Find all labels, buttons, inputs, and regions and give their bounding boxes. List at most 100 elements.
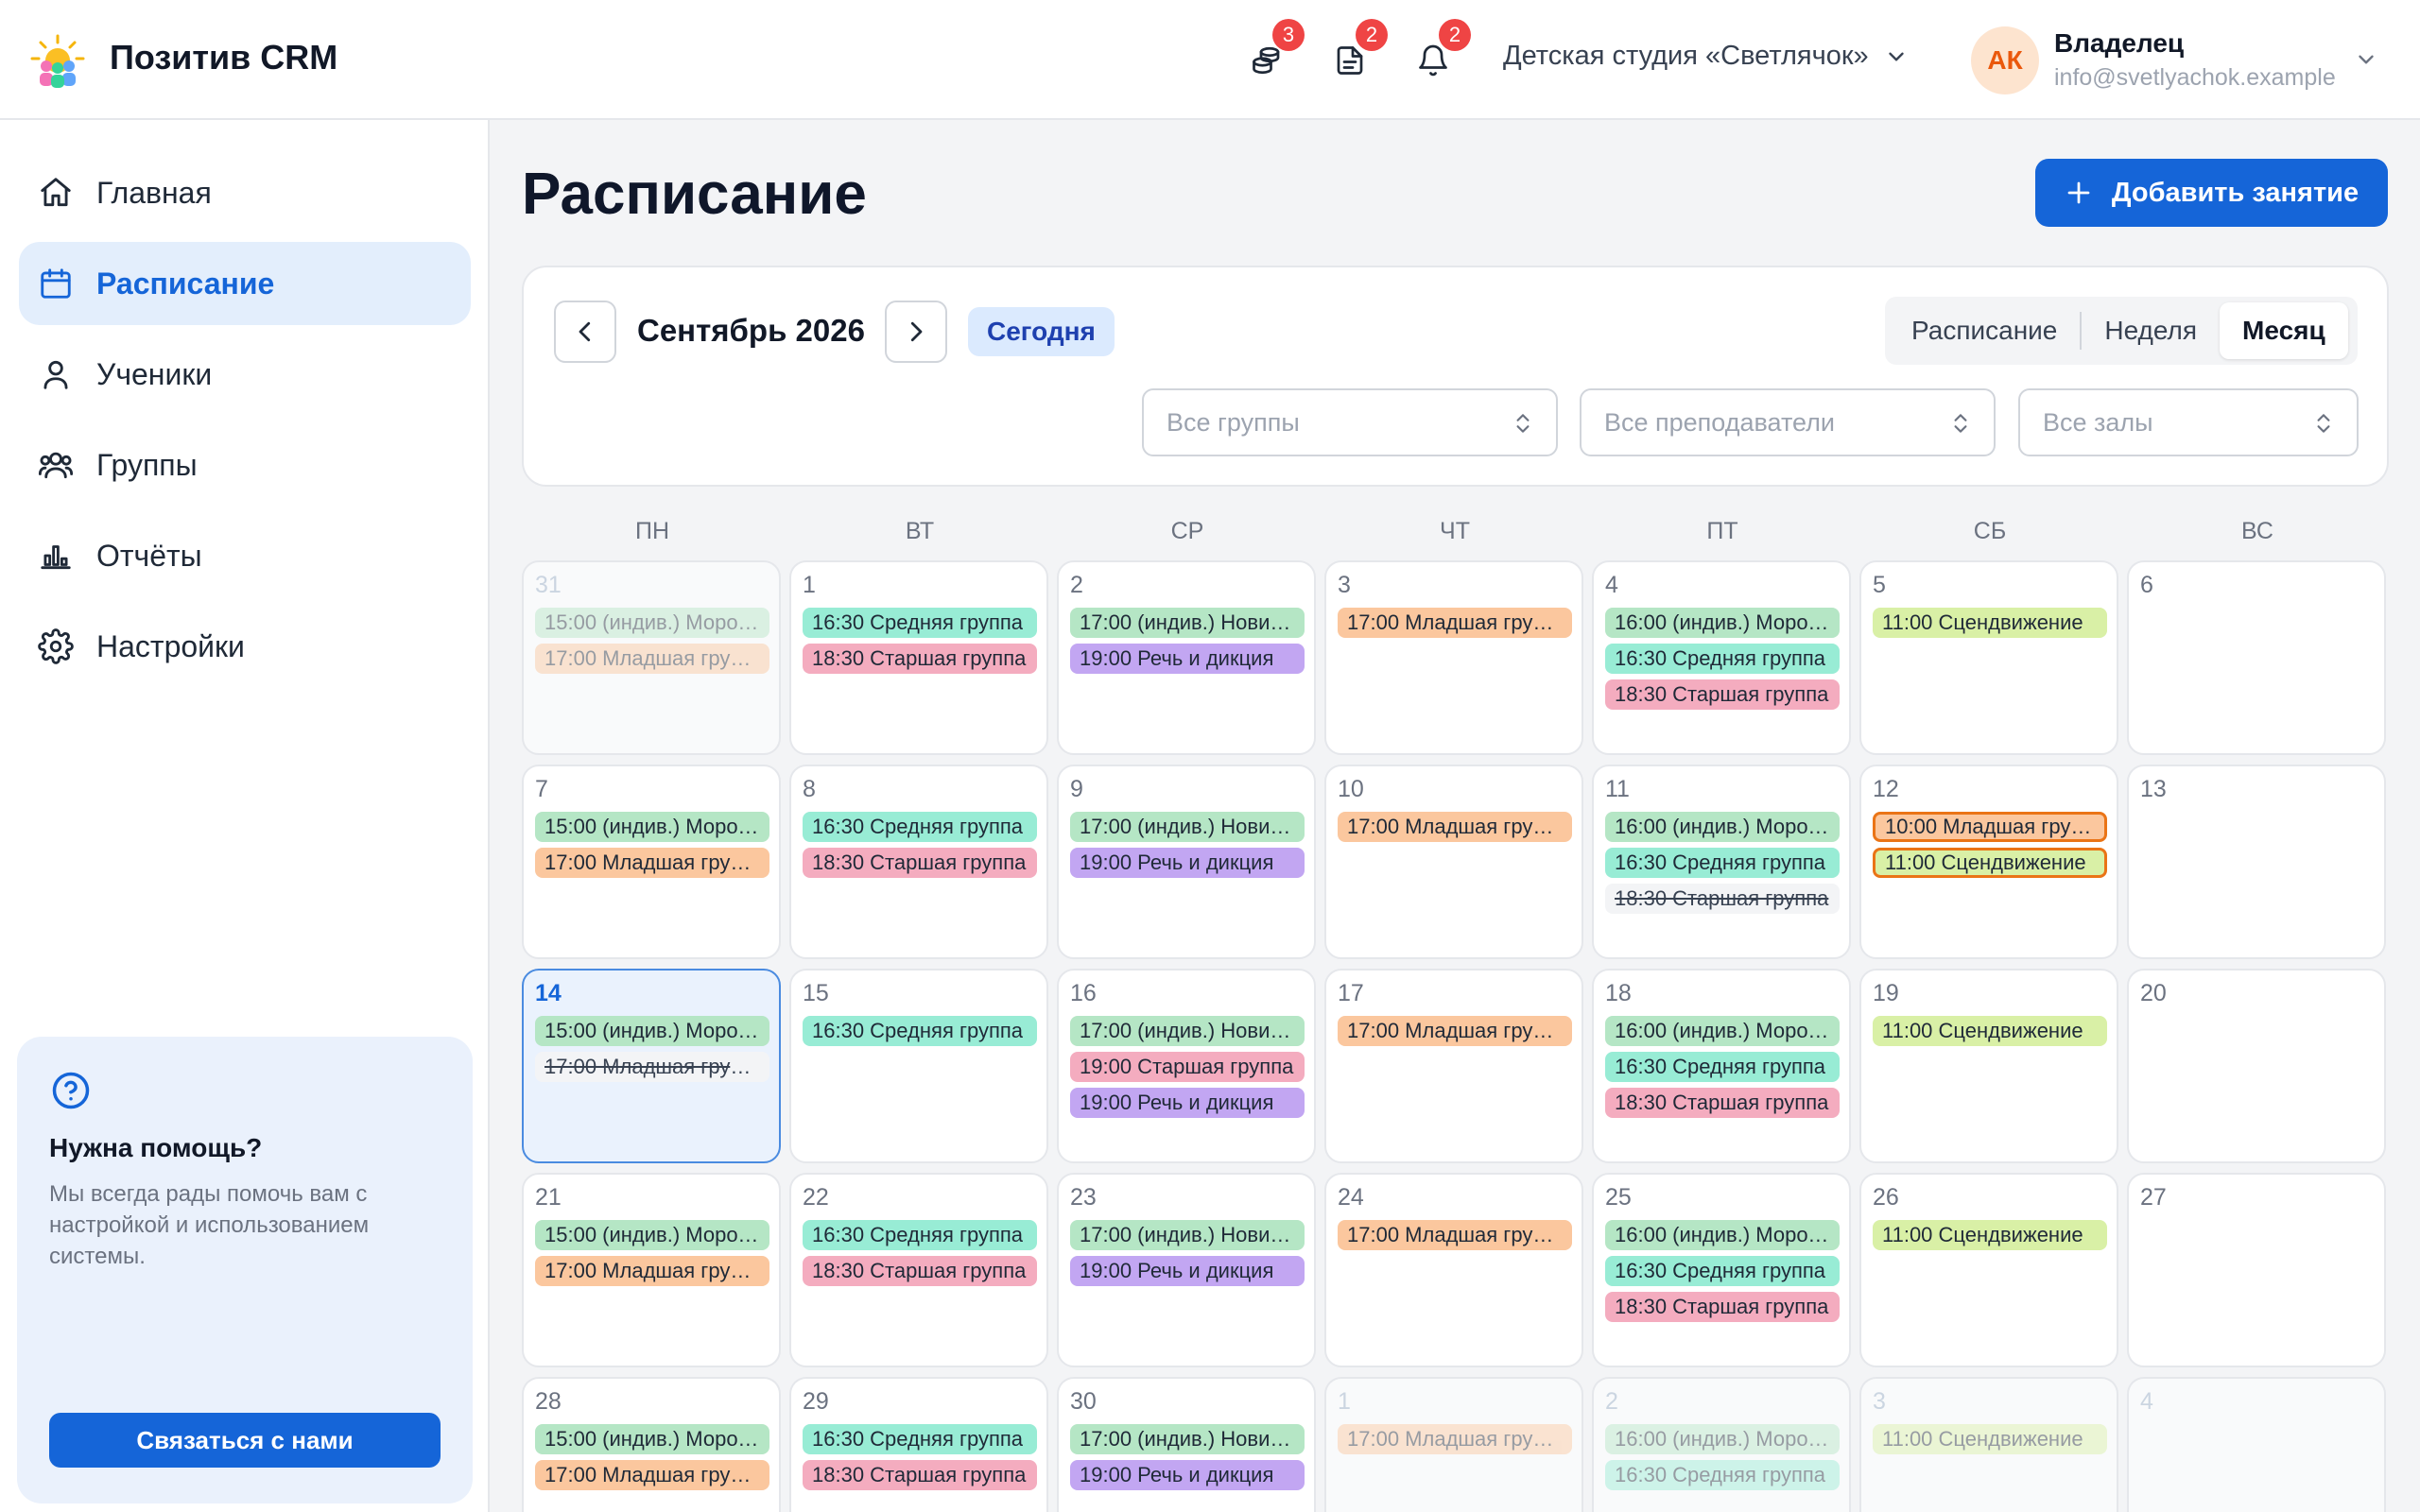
calendar-event[interactable]: 16:00 (индив.) Морозова Алиса	[1605, 1220, 1840, 1250]
calendar-event[interactable]: 17:00 Младшая группа	[1338, 1424, 1572, 1454]
calendar-event[interactable]: 17:00 (индив.) Новикова Мария	[1070, 608, 1305, 638]
calendar-event[interactable]: 18:30 Старшая группа	[803, 1256, 1037, 1286]
calendar-event[interactable]: 18:30 Старшая группа	[1605, 1088, 1840, 1118]
calendar-event[interactable]: 19:00 Речь и дикция	[1070, 1460, 1305, 1490]
sidebar-item-students[interactable]: Ученики	[19, 333, 471, 416]
calendar-event[interactable]: 17:00 Младшая группа	[535, 1256, 769, 1286]
calendar-day[interactable]: 22 16:30 Средняя группа 18:30 Старшая груп…	[789, 1173, 1048, 1367]
calendar-day[interactable]: 18 16:00 (индив.) Морозова Алиса 16:30 Сре…	[1592, 969, 1851, 1163]
calendar-day[interactable]: 28 15:00 (индив.) Морозова Алиса 17:00 Мла…	[522, 1377, 781, 1512]
calendar-event[interactable]: 17:00 Младшая группа	[1338, 608, 1572, 638]
calendar-event[interactable]: 17:00 Младшая группа	[535, 644, 769, 674]
calendar-day[interactable]: 16 17:00 (индив.) Новикова Мария 19:00 Ста…	[1057, 969, 1316, 1163]
today-button[interactable]: Сегодня	[968, 307, 1115, 356]
calendar-day[interactable]: 4	[2127, 1377, 2386, 1512]
calendar-event[interactable]: 17:00 (индив.) Новикова Мария	[1070, 1424, 1305, 1454]
groups-filter[interactable]: Все группы	[1142, 388, 1558, 456]
calendar-event[interactable]: 16:30 Средняя группа	[803, 1016, 1037, 1046]
calendar-day[interactable]: 23 17:00 (индив.) Новикова Мария 19:00 Реч…	[1057, 1173, 1316, 1367]
calendar-day[interactable]: 8 16:30 Средняя группа 18:30 Старшая групп…	[789, 765, 1048, 959]
calendar-day[interactable]: 2 16:00 (индив.) Морозова Алиса 16:30 Сред…	[1592, 1377, 1851, 1512]
calendar-event[interactable]: 11:00 Сцендвижение	[1873, 1424, 2107, 1454]
calendar-day[interactable]: 3 11:00 Сцендвижение	[1859, 1377, 2118, 1512]
calendar-event[interactable]: 16:30 Средняя группа	[1605, 644, 1840, 674]
sidebar-item-groups[interactable]: Группы	[19, 423, 471, 507]
teachers-filter[interactable]: Все преподаватели	[1580, 388, 1996, 456]
calendar-day[interactable]: 1 16:30 Средняя группа 18:30 Старшая групп…	[789, 560, 1048, 755]
calendar-event[interactable]: 16:30 Средняя группа	[1605, 848, 1840, 878]
calendar-event[interactable]: 19:00 Речь и дикция	[1070, 1256, 1305, 1286]
tab-month[interactable]: Месяц	[2220, 302, 2348, 359]
calendar-event[interactable]: 11:00 Сцендвижение	[1873, 848, 2107, 878]
calendar-event[interactable]: 17:00 (индив.) Новикова Мария	[1070, 1220, 1305, 1250]
calendar-event[interactable]: 10:00 Младшая группа	[1873, 812, 2107, 842]
calendar-event[interactable]: 19:00 Речь и дикция	[1070, 1088, 1305, 1118]
bell-icon[interactable]: 2	[1410, 19, 1471, 83]
calendar-day[interactable]: 26 11:00 Сцендвижение	[1859, 1173, 2118, 1367]
calendar-event[interactable]: 17:00 Младшая группа	[1338, 1016, 1572, 1046]
calendar-event[interactable]: 11:00 Сцендвижение	[1873, 608, 2107, 638]
calendar-day[interactable]: 5 11:00 Сцендвижение	[1859, 560, 2118, 755]
calendar-event[interactable]: 15:00 (индив.) Морозова Алиса	[535, 1220, 769, 1250]
calendar-event[interactable]: 15:00 (индив.) Морозова Алиса	[535, 1424, 769, 1454]
calendar-day[interactable]: 11 16:00 (индив.) Морозова Алиса 16:30 Сре…	[1592, 765, 1851, 959]
calendar-event[interactable]: 17:00 (индив.) Новикова Мария	[1070, 812, 1305, 842]
calendar-event[interactable]: 18:30 Старшая группа	[1605, 1292, 1840, 1322]
calendar-day[interactable]: 2 17:00 (индив.) Новикова Мария 19:00 Речь…	[1057, 560, 1316, 755]
calendar-event[interactable]: 15:00 (индив.) Морозова Алиса	[535, 1016, 769, 1046]
calendar-event[interactable]: 18:30 Старшая группа	[1605, 679, 1840, 710]
calendar-event[interactable]: 16:30 Средняя группа	[1605, 1256, 1840, 1286]
calendar-day-today[interactable]: 14 15:00 (индив.) Морозова Алиса 17:00 Мла…	[522, 969, 781, 1163]
calendar-event[interactable]: 17:00 Младшая группа	[535, 1460, 769, 1490]
calendar-day[interactable]: 19 11:00 Сцендвижение	[1859, 969, 2118, 1163]
calendar-event[interactable]: 19:00 Старшая группа	[1070, 1052, 1305, 1082]
calendar-day[interactable]: 15 16:30 Средняя группа	[789, 969, 1048, 1163]
prev-month-button[interactable]	[554, 301, 616, 363]
calendar-day[interactable]: 24 17:00 Младшая группа	[1324, 1173, 1583, 1367]
document-icon[interactable]: 2	[1327, 19, 1388, 83]
calendar-event[interactable]: 19:00 Речь и дикция	[1070, 644, 1305, 674]
calendar-day[interactable]: 6	[2127, 560, 2386, 755]
calendar-day[interactable]: 31 15:00 (индив.) Морозова Алиса 17:00 Мла…	[522, 560, 781, 755]
calendar-event[interactable]: 16:30 Средняя группа	[1605, 1460, 1840, 1490]
sidebar-item-home[interactable]: Главная	[19, 151, 471, 234]
calendar-event[interactable]: 16:00 (индив.) Морозова Алиса	[1605, 1424, 1840, 1454]
calendar-day[interactable]: 1 17:00 Младшая группа	[1324, 1377, 1583, 1512]
chevron-down-icon[interactable]	[2354, 47, 2378, 72]
calendar-event[interactable]: 16:30 Средняя группа	[803, 812, 1037, 842]
calendar-day[interactable]: 30 17:00 (индив.) Новикова Мария 19:00 Реч…	[1057, 1377, 1316, 1512]
tab-schedule[interactable]: Расписание	[1889, 302, 2080, 359]
tab-week[interactable]: Неделя	[2082, 302, 2220, 359]
calendar-day[interactable]: 21 15:00 (индив.) Морозова Алиса 17:00 Мла…	[522, 1173, 781, 1367]
calendar-day[interactable]: 7 15:00 (индив.) Морозова Алиса 17:00 Млад…	[522, 765, 781, 959]
add-lesson-button[interactable]: Добавить занятие	[2035, 159, 2388, 227]
calendar-day[interactable]: 4 16:00 (индив.) Морозова Алиса 16:30 Сред…	[1592, 560, 1851, 755]
calendar-event[interactable]: 16:00 (индив.) Морозова Алиса	[1605, 1016, 1840, 1046]
avatar[interactable]: АК	[1971, 26, 2039, 94]
calendar-event[interactable]: 11:00 Сцендвижение	[1873, 1220, 2107, 1250]
calendar-event[interactable]: 16:30 Средняя группа	[803, 1424, 1037, 1454]
calendar-day[interactable]: 12 10:00 Младшая группа 11:00 Сцендвижение	[1859, 765, 2118, 959]
calendar-event[interactable]: 19:00 Речь и дикция	[1070, 848, 1305, 878]
calendar-event[interactable]: 18:30 Старшая группа	[803, 848, 1037, 878]
calendar-day[interactable]: 27	[2127, 1173, 2386, 1367]
calendar-day[interactable]: 29 16:30 Средняя группа 18:30 Старшая груп…	[789, 1377, 1048, 1512]
sidebar-item-schedule[interactable]: Расписание	[19, 242, 471, 325]
calendar-event[interactable]: 17:00 (индив.) Новикова Мария	[1070, 1016, 1305, 1046]
calendar-day[interactable]: 25 16:00 (индив.) Морозова Алиса 16:30 Сре…	[1592, 1173, 1851, 1367]
calendar-event[interactable]: 17:00 Младшая группа	[535, 848, 769, 878]
calendar-day[interactable]: 17 17:00 Младшая группа	[1324, 969, 1583, 1163]
event-cancelled[interactable]: 17:00 Младшая группа	[535, 1052, 769, 1082]
contact-us-button[interactable]: Связаться с нами	[49, 1413, 441, 1468]
sidebar-item-settings[interactable]: Настройки	[19, 605, 471, 688]
sidebar-item-reports[interactable]: Отчёты	[19, 514, 471, 597]
calendar-day[interactable]: 3 17:00 Младшая группа	[1324, 560, 1583, 755]
calendar-event[interactable]: 11:00 Сцендвижение	[1873, 1016, 2107, 1046]
halls-filter[interactable]: Все залы	[2018, 388, 2359, 456]
calendar-event[interactable]: 15:00 (индив.) Морозова Алиса	[535, 812, 769, 842]
calendar-event[interactable]: 17:00 Младшая группа	[1338, 812, 1572, 842]
calendar-event[interactable]: 18:30 Старшая группа	[803, 1460, 1037, 1490]
organization-select[interactable]: Детская студия «Светлячок»	[1503, 41, 1909, 72]
calendar-event[interactable]: 16:00 (индив.) Морозова Алиса	[1605, 812, 1840, 842]
calendar-day[interactable]: 20	[2127, 969, 2386, 1163]
